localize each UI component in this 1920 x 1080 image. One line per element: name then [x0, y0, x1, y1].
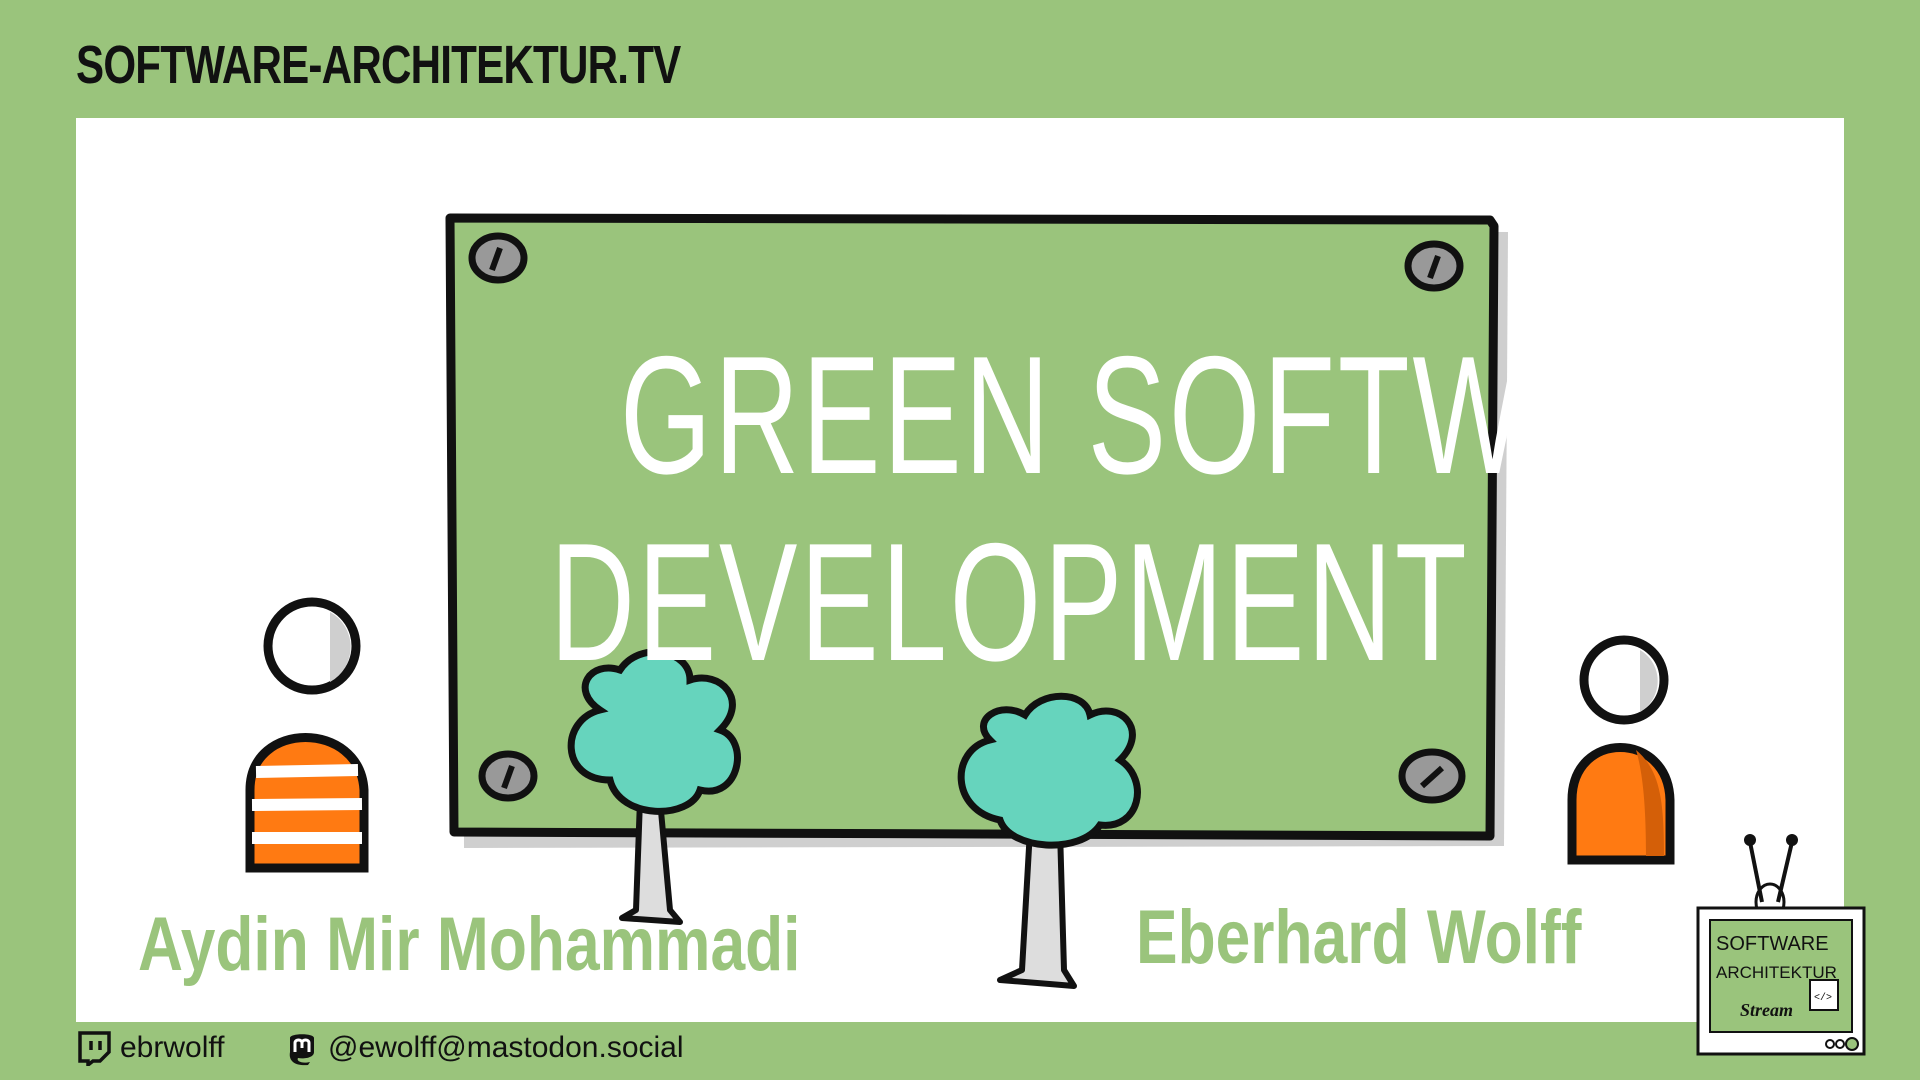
screw-icon — [1404, 240, 1464, 292]
twitch-icon — [78, 1031, 111, 1066]
mastodon-link[interactable]: @ewolff@mastodon.social — [284, 1026, 684, 1070]
twitch-handle: ebrwolff — [120, 1031, 225, 1064]
person-right-figure — [1567, 635, 1675, 865]
speaker-name-left: Aydin Mir Mohammadi — [138, 902, 801, 987]
screw-icon — [478, 750, 538, 802]
mastodon-handle: @ewolff@mastodon.social — [328, 1031, 684, 1064]
talk-title-line-1: GREEN SOFTWARE — [620, 321, 1773, 509]
talk-title-line-2: DEVELOPMENT — [550, 508, 1470, 696]
svg-text:Stream: Stream — [1740, 1000, 1793, 1020]
person-left-figure — [245, 597, 369, 873]
speaker-name-right: Eberhard Wolff — [1136, 895, 1582, 980]
screw-icon — [468, 232, 528, 284]
twitch-link[interactable]: ebrwolff — [76, 1026, 225, 1070]
mastodon-icon — [289, 1034, 314, 1066]
stream-logo: SOFTWARE ARCHITEKTUR Stream </> — [1696, 834, 1866, 1056]
screw-icon — [1398, 748, 1466, 804]
svg-text:</>: </> — [1814, 992, 1832, 1004]
svg-text:SOFTWARE: SOFTWARE — [1716, 933, 1829, 955]
